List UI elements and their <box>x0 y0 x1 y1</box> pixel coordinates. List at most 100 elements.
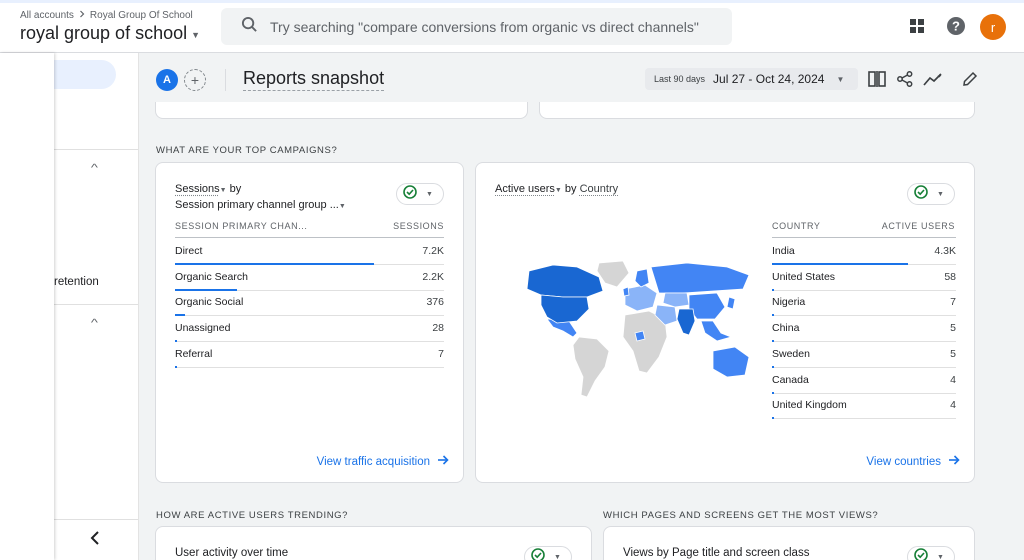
view-traffic-acquisition-link[interactable]: View traffic acquisition <box>317 454 449 469</box>
table-column-header[interactable]: SESSIONS <box>393 221 444 231</box>
row-value: 4 <box>950 373 956 386</box>
map-region-central-asia[interactable] <box>662 292 690 308</box>
insights-icon[interactable]: ✦ <box>922 68 944 90</box>
card-title: Views by Page title and screen class <box>623 547 810 559</box>
map-region-sweden[interactable] <box>634 268 650 288</box>
breadcrumb[interactable]: All accounts Royal Group Of School <box>20 10 193 21</box>
edit-pencil-icon[interactable] <box>959 68 981 90</box>
table-row[interactable]: China 5 <box>772 316 956 343</box>
table-column-header: SESSION PRIMARY CHAN... <box>175 221 308 231</box>
arrow-right-icon <box>948 454 960 469</box>
row-label: Referral <box>175 347 213 360</box>
map-region-russia[interactable] <box>650 262 750 294</box>
row-label: Unassigned <box>175 322 231 335</box>
share-bar-fill <box>772 417 774 420</box>
compare-columns-icon[interactable] <box>866 68 888 90</box>
search-input[interactable] <box>270 18 720 35</box>
row-label: Organic Search <box>175 270 248 283</box>
map-region-australia[interactable] <box>712 346 750 378</box>
section-title-pages: WHICH PAGES AND SCREENS GET THE MOST VIE… <box>603 510 879 521</box>
help-icon[interactable]: ? <box>944 14 968 38</box>
map-region-india[interactable] <box>676 308 696 336</box>
collapse-sidebar-icon[interactable] <box>90 531 100 550</box>
svg-text:?: ? <box>952 19 960 34</box>
chevron-up-icon[interactable]: ^ <box>91 318 98 329</box>
campaigns-dimension-title: Session primary channel group ...▼ <box>175 199 346 211</box>
breadcrumb-property[interactable]: Royal Group Of School <box>90 10 193 21</box>
account-selector[interactable]: royal group of school ▼ <box>20 23 200 44</box>
table-row[interactable]: United Kingdom 4 <box>772 393 956 420</box>
insights-status-button[interactable]: ▼ <box>396 183 444 205</box>
table-column-header[interactable]: ACTIVE USERS <box>882 221 955 231</box>
map-region-southeast-asia[interactable] <box>700 320 733 342</box>
section-title-campaigns: WHAT ARE YOUR TOP CAMPAIGNS? <box>156 145 338 156</box>
row-value: 7 <box>438 347 444 360</box>
row-label: India <box>772 245 795 257</box>
row-label: China <box>772 322 800 335</box>
map-region-united-kingdom[interactable] <box>622 286 630 297</box>
date-range-value: Jul 27 - Oct 24, 2024 <box>713 72 825 86</box>
by-word: by <box>564 183 577 195</box>
row-value: 58 <box>944 270 956 283</box>
add-comparison-button[interactable]: + <box>184 69 206 91</box>
row-label: United States <box>772 270 836 283</box>
table-row[interactable]: United States 58 <box>772 265 956 291</box>
table-row[interactable]: Unassigned 28 <box>175 316 444 343</box>
metric-selector[interactable]: Sessions <box>175 183 220 195</box>
caret-down-icon: ▼ <box>426 190 433 198</box>
date-range-picker[interactable]: Last 90 days Jul 27 - Oct 24, 2024 ▼ <box>645 68 858 90</box>
dimension-selector[interactable]: Session primary channel group ... <box>175 199 339 211</box>
row-label: Direct <box>175 245 203 257</box>
share-icon[interactable] <box>894 68 916 90</box>
insights-status-button[interactable]: ▼ <box>907 546 955 560</box>
table-row[interactable]: Organic Social 376 <box>175 290 444 317</box>
caret-down-icon[interactable]: ▼ <box>339 203 346 210</box>
comparison-badge[interactable]: A <box>156 69 178 91</box>
breadcrumb-all-accounts[interactable]: All accounts <box>20 10 74 21</box>
table-row[interactable]: Direct 7.2K <box>175 239 444 265</box>
map-region-europe[interactable] <box>624 284 658 312</box>
table-row[interactable]: Sweden 5 <box>772 342 956 368</box>
row-value: 2.2K <box>422 270 444 283</box>
campaigns-metric-title: Sessions▼ by <box>175 183 241 195</box>
search-bar[interactable] <box>221 8 732 45</box>
share-bar <box>175 365 374 368</box>
row-value: 7 <box>950 296 956 309</box>
table-row[interactable]: Organic Search 2.2K <box>175 265 444 291</box>
insights-status-button[interactable]: ▼ <box>907 183 955 205</box>
caret-down-icon[interactable]: ▼ <box>555 187 562 194</box>
sidebar-item-retention[interactable]: retention <box>54 276 99 288</box>
map-region-japan[interactable] <box>726 296 736 310</box>
map-region-greenland[interactable] <box>596 260 630 288</box>
map-region-nigeria[interactable] <box>634 330 646 342</box>
top-accent-strip <box>0 0 1024 3</box>
row-label: Organic Social <box>175 296 244 309</box>
apps-grid-icon[interactable] <box>905 14 929 38</box>
countries-card: Active users▼ by Country ▼ COUNTRY ACTIV… <box>475 162 975 483</box>
campaigns-card: Sessions▼ by Session primary channel gro… <box>155 162 464 483</box>
sidebar-selected-item[interactable] <box>54 60 116 89</box>
table-row[interactable]: Referral 7 <box>175 342 444 368</box>
caret-down-icon[interactable]: ▼ <box>220 187 227 194</box>
page-views-card: Views by Page title and screen class ▼ <box>603 526 975 560</box>
check-circle-icon <box>914 547 928 560</box>
caret-down-icon: ▼ <box>937 553 944 560</box>
check-circle-icon <box>531 547 545 560</box>
user-avatar[interactable]: r <box>980 14 1006 40</box>
map-region-south-america[interactable] <box>572 336 610 398</box>
table-row[interactable]: Nigeria 7 <box>772 290 956 317</box>
row-label: Nigeria <box>772 296 806 309</box>
chevron-up-icon[interactable]: ^ <box>91 163 98 174</box>
world-map[interactable] <box>517 259 757 401</box>
report-header: A + Reports snapshot Last 90 days Jul 27… <box>139 53 1024 102</box>
table-row[interactable]: India 4.3K <box>772 239 956 265</box>
table-row[interactable]: Canada 4 <box>772 368 956 394</box>
insights-status-button[interactable]: ▼ <box>524 546 572 560</box>
metric-selector[interactable]: Active users <box>495 183 555 195</box>
map-region-canada[interactable] <box>526 264 604 298</box>
search-icon <box>241 16 258 38</box>
share-bar-fill <box>175 365 177 368</box>
share-bar <box>772 417 908 420</box>
dimension-selector[interactable]: Country <box>580 183 619 195</box>
view-countries-link[interactable]: View countries <box>866 454 960 469</box>
